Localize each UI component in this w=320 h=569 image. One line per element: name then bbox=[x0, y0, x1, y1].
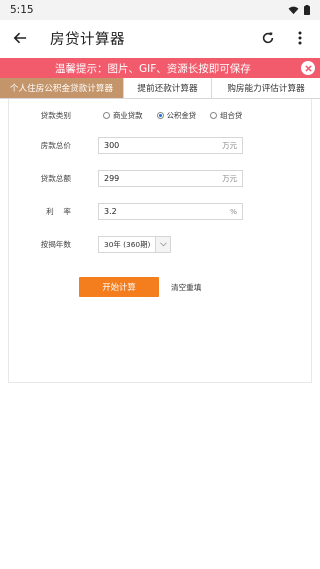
rate-input[interactable]: 3.2 % bbox=[98, 203, 243, 220]
back-button[interactable] bbox=[8, 26, 32, 50]
calculate-button[interactable]: 开始计算 bbox=[79, 277, 159, 297]
radio-label: 组合贷 bbox=[220, 111, 243, 120]
years-label: 按揭年数 bbox=[40, 240, 71, 249]
reset-button[interactable]: 清空重填 bbox=[171, 277, 201, 297]
notice-banner: 温馨提示：图片、GIF、资源长按即可保存 bbox=[0, 58, 320, 78]
page-title: 房贷计算器 bbox=[50, 31, 125, 48]
notice-close-button[interactable] bbox=[301, 61, 315, 75]
loan-amount-unit: 万元 bbox=[222, 174, 237, 183]
tab-affordability-calculator[interactable]: 购房能力评估计算器 bbox=[212, 78, 320, 98]
loan-amount-value: 299 bbox=[104, 174, 120, 183]
refresh-button[interactable] bbox=[256, 26, 280, 50]
loan-type-row: 贷款类别 商业贷款 公积金贷 组合贷 bbox=[9, 107, 311, 124]
chevron-down-icon bbox=[160, 242, 167, 247]
notice-text: 温馨提示：图片、GIF、资源长按即可保存 bbox=[55, 62, 251, 75]
status-time: 5:15 bbox=[10, 4, 34, 16]
select-arrow bbox=[155, 237, 171, 252]
loan-amount-label: 贷款总额 bbox=[40, 174, 71, 183]
radio-commercial-loan[interactable]: 商业贷款 bbox=[103, 110, 143, 121]
calculator-form: 贷款类别 商业贷款 公积金贷 组合贷 房款总价 300 万元 贷款总额 299 bbox=[8, 99, 312, 383]
total-price-row: 房款总价 300 万元 bbox=[9, 137, 311, 154]
battery-icon bbox=[304, 5, 310, 15]
wifi-icon bbox=[288, 6, 299, 14]
years-row: 按揭年数 30年 (360期) bbox=[9, 236, 311, 253]
years-selected-value: 30年 (360期) bbox=[104, 240, 151, 249]
radio-label: 商业贷款 bbox=[113, 111, 143, 120]
more-options-button[interactable] bbox=[288, 26, 312, 50]
radio-circle bbox=[210, 112, 218, 119]
tab-housing-fund-calculator[interactable]: 个人住房公积金贷款计算器 bbox=[0, 78, 124, 98]
tab-prepayment-calculator[interactable]: 提前还款计算器 bbox=[124, 78, 212, 98]
radio-combined-loan[interactable]: 组合贷 bbox=[210, 110, 242, 121]
total-price-value: 300 bbox=[104, 141, 120, 150]
status-bar: 5:15 bbox=[0, 0, 320, 20]
radio-circle bbox=[103, 112, 110, 119]
radio-label: 公积金贷 bbox=[166, 111, 197, 120]
loan-amount-input[interactable]: 299 万元 bbox=[98, 170, 243, 187]
radio-housing-fund-loan[interactable]: 公积金贷 bbox=[156, 110, 197, 121]
rate-value: 3.2 bbox=[104, 207, 117, 216]
rate-unit: % bbox=[229, 207, 237, 216]
status-icons bbox=[288, 5, 310, 15]
refresh-icon bbox=[262, 32, 274, 44]
rate-row: 利 率 3.2 % bbox=[9, 203, 311, 220]
loan-type-label: 贷款类别 bbox=[40, 111, 71, 120]
radio-circle bbox=[156, 112, 164, 119]
rate-label: 利 率 bbox=[46, 207, 71, 216]
total-price-label: 房款总价 bbox=[40, 141, 71, 150]
calculator-tabs: 个人住房公积金贷款计算器 提前还款计算器 购房能力评估计算器 bbox=[0, 78, 320, 99]
app-bar: 房贷计算器 bbox=[0, 20, 320, 56]
years-select[interactable]: 30年 (360期) bbox=[98, 236, 172, 253]
more-vertical-icon bbox=[298, 31, 302, 45]
close-icon bbox=[304, 64, 312, 72]
loan-amount-row: 贷款总额 299 万元 bbox=[9, 170, 311, 187]
arrow-left-icon bbox=[13, 32, 27, 44]
total-price-input[interactable]: 300 万元 bbox=[98, 137, 243, 154]
loan-type-radio-group: 商业贷款 公积金贷 组合贷 bbox=[103, 110, 242, 121]
total-price-unit: 万元 bbox=[222, 141, 237, 150]
